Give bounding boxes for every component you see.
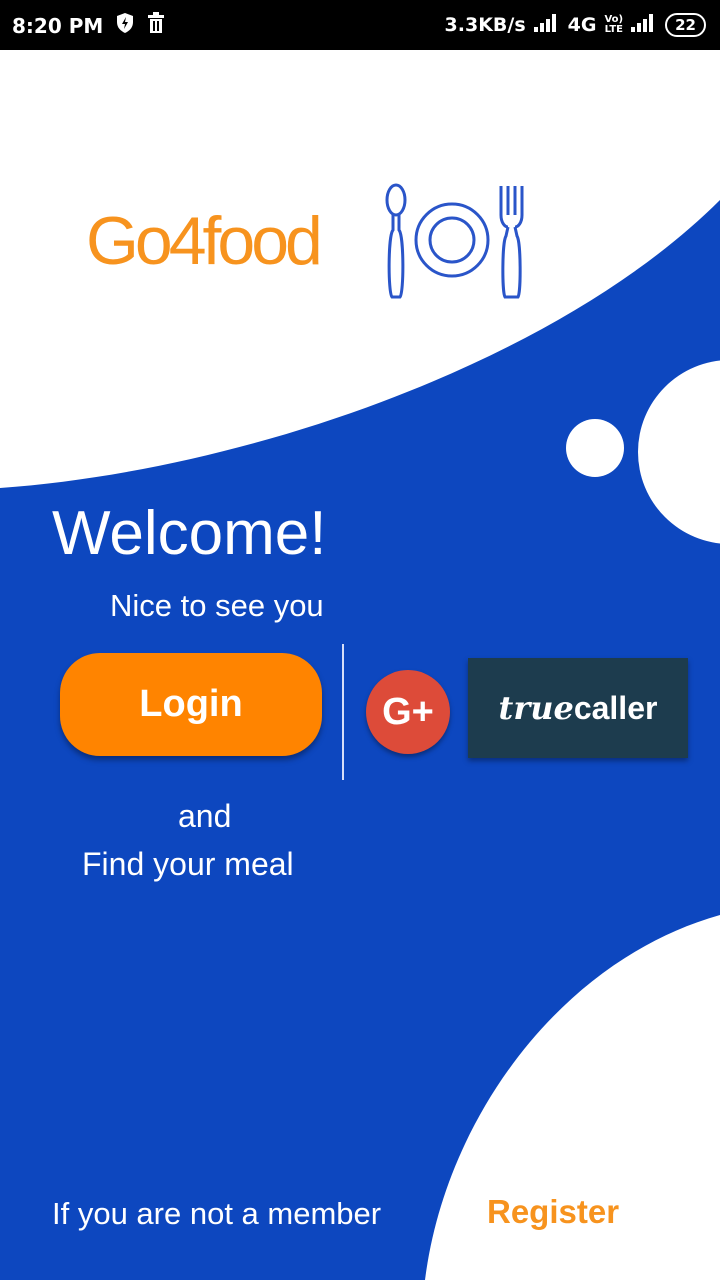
status-bar: 8:20 PM 3.3KB/s 4G Vo) LTE 22: [0, 0, 720, 50]
logo-text: Go4food: [86, 203, 323, 279]
welcome-heading: Welcome!: [52, 499, 327, 568]
register-link[interactable]: Register: [487, 1193, 619, 1231]
go4food-logo: Go4food: [86, 180, 526, 310]
volte-indicator: Vo) LTE: [604, 13, 624, 35]
shield-bolt-icon: [115, 12, 135, 39]
google-plus-login-button[interactable]: G+: [366, 670, 450, 754]
status-bar-right: 3.3KB/s 4G Vo) LTE 22: [445, 12, 706, 37]
volte-bottom: LTE: [604, 23, 623, 35]
network-type: 4G: [567, 13, 597, 36]
truecaller-logo-caller: caller: [573, 689, 658, 726]
google-plus-icon: G+: [382, 690, 434, 733]
find-meal-text: Find your meal: [82, 846, 294, 882]
battery-icon: 22: [665, 12, 706, 37]
status-time: 8:20 PM: [12, 13, 104, 38]
truecaller-logo-true: true: [498, 689, 574, 727]
volte-top: Vo): [604, 13, 624, 25]
vertical-divider: [342, 644, 344, 780]
signal-icon: [533, 12, 560, 37]
login-button[interactable]: Login: [60, 653, 322, 756]
and-text: and: [178, 798, 232, 834]
small-circle-decoration: [566, 419, 624, 477]
truecaller-login-button[interactable]: true caller: [468, 658, 688, 758]
trash-icon: [147, 12, 165, 39]
network-speed: 3.3KB/s: [444, 13, 526, 36]
signal-icon-2: [631, 12, 657, 37]
welcome-subtitle: Nice to see you: [110, 588, 324, 623]
plate-cutlery-icon: [385, 183, 524, 299]
not-member-text: If you are not a member: [52, 1196, 382, 1231]
status-bar-left: 8:20 PM: [12, 12, 165, 39]
